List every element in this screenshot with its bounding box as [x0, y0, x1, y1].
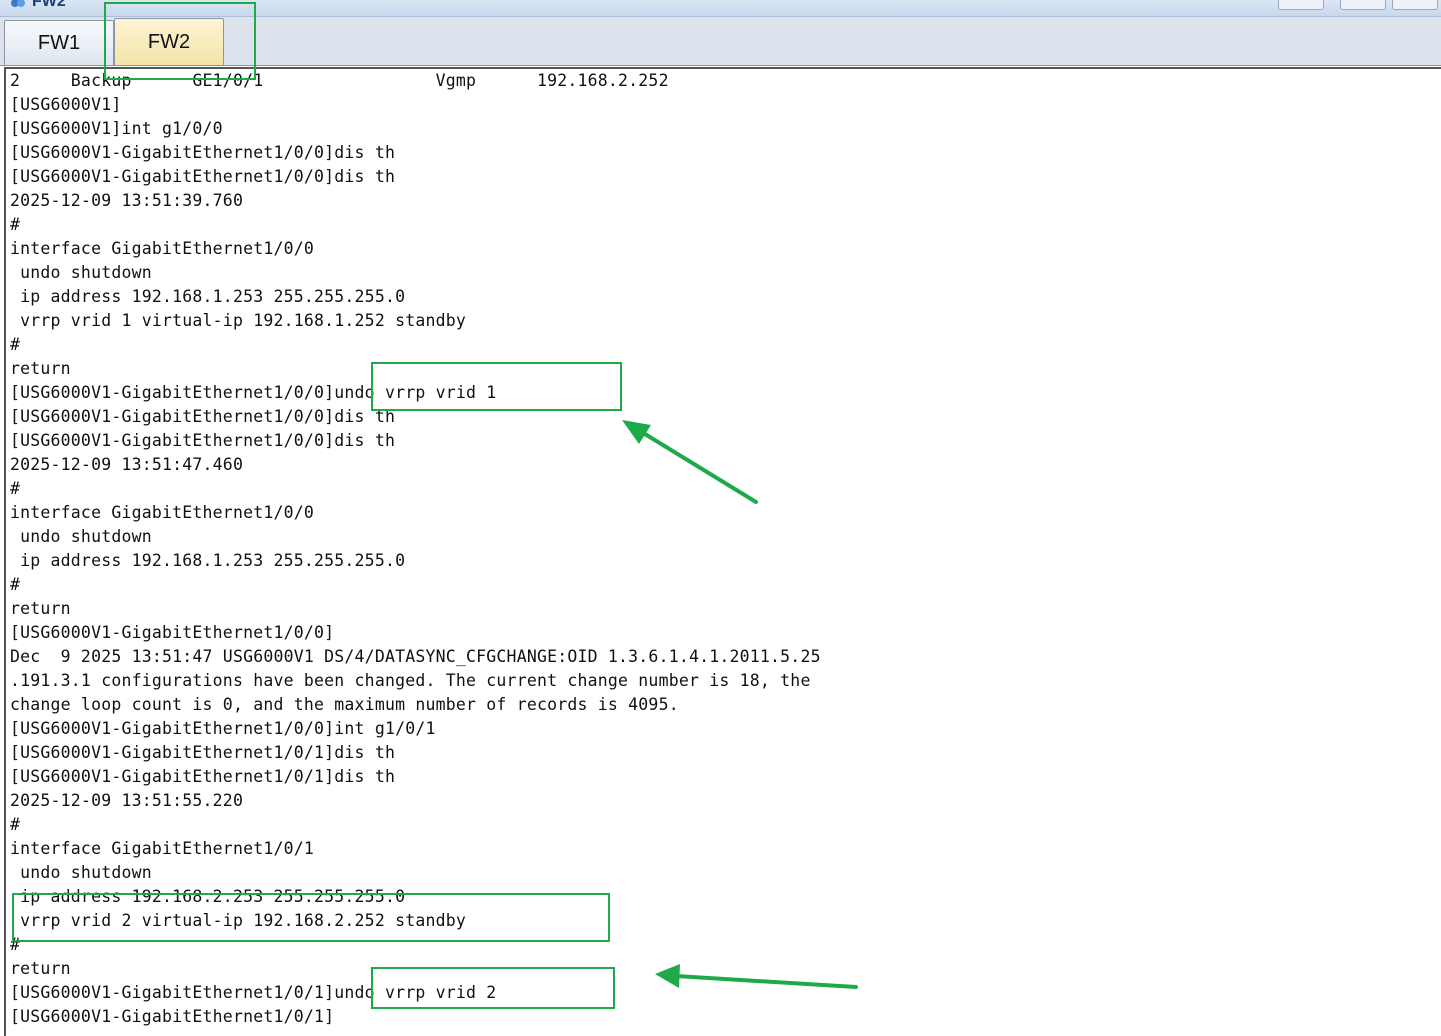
tab-fw1-label: FW1	[37, 32, 81, 54]
window-titlebar: FW2	[0, 0, 1441, 17]
terminal-line: 2 Backup GE1/0/1 Vgmp 192.168.2.252	[10, 71, 669, 90]
tab-fw1[interactable]: FW1	[4, 20, 114, 65]
terminal-line: undo shutdown	[10, 863, 152, 882]
tab-fw2-label: FW2	[147, 31, 191, 53]
terminal-line: undo shutdown	[10, 527, 152, 546]
terminal-line: #	[10, 935, 21, 954]
terminal-line: [USG6000V1-GigabitEthernet1/0/0]dis th	[10, 407, 396, 426]
terminal-line: [USG6000V1-GigabitEthernet1/0/0]dis th	[10, 431, 396, 450]
terminal-output: 2 Backup GE1/0/1 Vgmp 192.168.2.252 [USG6…	[6, 69, 1441, 1029]
terminal-line: vrrp vrid 1 virtual-ip 192.168.1.252 sta…	[10, 311, 467, 330]
terminal-line: [USG6000V1-GigabitEthernet1/0/0]int g1/0…	[10, 719, 436, 738]
terminal-line: return	[10, 959, 71, 978]
minimize-button[interactable]	[1340, 0, 1386, 10]
terminal-line: [USG6000V1]int g1/0/0	[10, 119, 223, 138]
terminal-line: ip address 192.168.1.253 255.255.255.0	[10, 551, 406, 570]
tab-bar: FW1 FW2	[0, 17, 1441, 66]
terminal-line: interface GigabitEthernet1/0/1	[10, 839, 315, 858]
terminal-line: #	[10, 815, 21, 834]
terminal-line: undo shutdown	[10, 263, 152, 282]
terminal-line: Dec 9 2025 13:51:47 USG6000V1 DS/4/DATAS…	[10, 647, 821, 666]
terminal-line: #	[10, 335, 21, 354]
terminal-line: #	[10, 215, 21, 234]
terminal-line: return	[10, 359, 71, 378]
terminal-line: 2025-12-09 13:51:47.460	[10, 455, 244, 474]
terminal-line: interface GigabitEthernet1/0/0	[10, 239, 315, 258]
terminal-line: ip address 192.168.2.253 255.255.255.0	[10, 887, 406, 906]
terminal-line: ip address 192.168.1.253 255.255.255.0	[10, 287, 406, 306]
terminal-line: return	[10, 599, 71, 618]
terminal-line: [USG6000V1-GigabitEthernet1/0/0]dis th	[10, 143, 396, 162]
terminal-line: #	[10, 479, 21, 498]
terminal-line: 2025-12-09 13:51:55.220	[10, 791, 244, 810]
terminal-line: [USG6000V1-GigabitEthernet1/0/1]	[10, 1007, 335, 1026]
terminal-line: [USG6000V1-GigabitEthernet1/0/0]dis th	[10, 167, 396, 186]
tab-fw2[interactable]: FW2	[114, 18, 224, 65]
terminal-line: interface GigabitEthernet1/0/0	[10, 503, 315, 522]
terminal-line: [USG6000V1-GigabitEthernet1/0/1]undo vrr…	[10, 983, 497, 1002]
terminal-line: [USG6000V1-GigabitEthernet1/0/1]dis th	[10, 743, 396, 762]
terminal-line: #	[10, 575, 21, 594]
restore-icon[interactable]	[1278, 0, 1324, 10]
window-title: FW2	[32, 0, 66, 10]
terminal-line: change loop count is 0, and the maximum …	[10, 695, 679, 714]
network-device-icon	[11, 0, 25, 7]
terminal-line: [USG6000V1]	[10, 95, 122, 114]
terminal-console[interactable]: 2 Backup GE1/0/1 Vgmp 192.168.2.252 [USG6…	[4, 67, 1441, 1036]
terminal-line: 2025-12-09 13:51:39.760	[10, 191, 244, 210]
terminal-line: [USG6000V1-GigabitEthernet1/0/0]undo vrr…	[10, 383, 497, 402]
terminal-line: [USG6000V1-GigabitEthernet1/0/0]	[10, 623, 335, 642]
terminal-line: vrrp vrid 2 virtual-ip 192.168.2.252 sta…	[10, 911, 467, 930]
terminal-line: .191.3.1 configurations have been change…	[10, 671, 811, 690]
maximize-button[interactable]	[1392, 0, 1438, 10]
terminal-line: [USG6000V1-GigabitEthernet1/0/1]dis th	[10, 767, 396, 786]
